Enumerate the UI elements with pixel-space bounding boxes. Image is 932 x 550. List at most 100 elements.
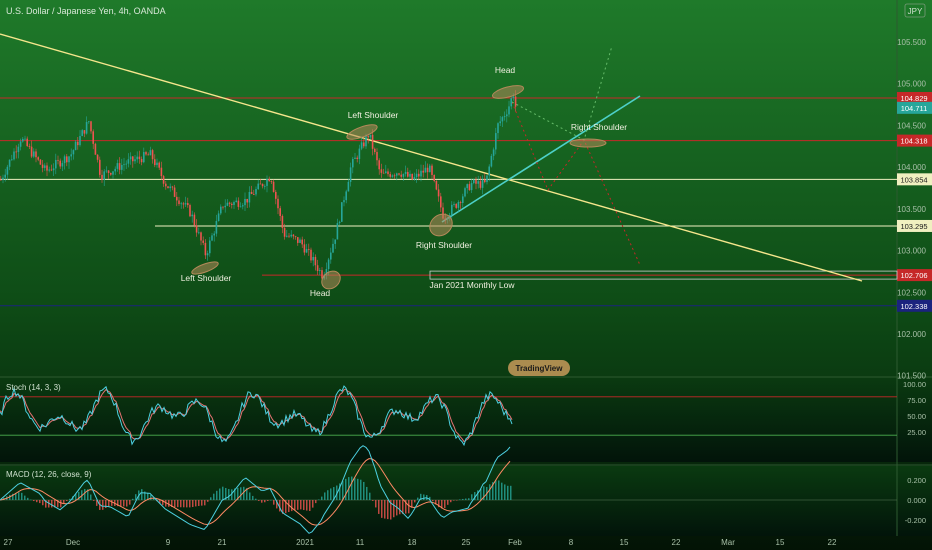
- candle-body: [477, 181, 479, 184]
- chart-svg[interactable]: 104.829 104.318 103.854 103.295 102.706 102.3…: [0, 0, 932, 550]
- macd-histogram-bar: [447, 500, 449, 505]
- candle-body: [393, 175, 396, 177]
- macd-histogram-bar: [60, 500, 62, 508]
- candle-body: [110, 172, 112, 175]
- price-tick-label: 103.000: [897, 247, 926, 256]
- candle-body: [398, 173, 400, 175]
- candle-body: [96, 154, 99, 160]
- candle-body: [303, 244, 306, 253]
- candle-body: [55, 159, 57, 169]
- candle-body: [85, 122, 88, 134]
- candle-body: [94, 143, 97, 155]
- candle-body: [396, 173, 398, 176]
- candle-body: [429, 165, 431, 173]
- chart-root[interactable]: 104.829 104.318 103.854 103.295 102.706 102.3…: [0, 0, 932, 550]
- candle-body: [189, 205, 191, 217]
- macd-histogram-bar: [294, 500, 296, 511]
- candle-body: [211, 235, 213, 241]
- macd-histogram-bar: [408, 500, 410, 514]
- macd-histogram-bar: [345, 478, 347, 500]
- macd-pane: [0, 466, 932, 536]
- candle-body: [308, 249, 310, 250]
- candle-body: [2, 177, 4, 180]
- macd-histogram-bar: [111, 500, 113, 506]
- price-tick-label: 102.500: [897, 288, 926, 297]
- macd-histogram-bar: [240, 487, 242, 500]
- candle-body: [136, 156, 138, 160]
- candle-body: [347, 181, 350, 192]
- stoch-tick-label: 25.00: [907, 428, 926, 437]
- macd-histogram-bar: [456, 500, 458, 501]
- time-tick-label: 22: [672, 538, 681, 547]
- candle-body: [380, 169, 383, 173]
- macd-histogram-bar: [120, 500, 122, 507]
- pattern-annotation-label: Right Shoulder: [571, 122, 627, 132]
- macd-histogram-bar: [258, 500, 260, 501]
- candle-body: [464, 188, 466, 197]
- macd-histogram-bar: [504, 484, 506, 500]
- macd-histogram-bar: [90, 494, 92, 500]
- macd-histogram-bar: [501, 482, 503, 500]
- candle-body: [147, 154, 149, 156]
- candle-body: [61, 163, 64, 167]
- candle-body: [114, 168, 116, 172]
- candle-body: [77, 141, 79, 146]
- candle-body: [171, 186, 174, 188]
- macd-histogram-bar: [423, 494, 425, 500]
- candle-body: [11, 159, 13, 161]
- candle-body: [90, 121, 92, 132]
- macd-histogram-bar: [327, 490, 329, 500]
- candle-body: [83, 130, 86, 134]
- candle-body: [462, 196, 464, 203]
- candle-body: [118, 163, 121, 170]
- candle-body: [151, 150, 154, 160]
- macd-histogram-bar: [30, 499, 32, 501]
- candle-body: [510, 98, 512, 107]
- candle-body: [72, 150, 75, 155]
- candle-body: [294, 236, 297, 238]
- candle-body: [354, 157, 356, 159]
- macd-histogram-bar: [378, 500, 380, 514]
- candle-body: [44, 165, 46, 168]
- candle-body: [418, 173, 420, 177]
- macd-histogram-bar: [507, 485, 509, 500]
- candle-body: [407, 171, 409, 177]
- candle-body: [145, 152, 147, 155]
- macd-histogram-bar: [27, 497, 29, 500]
- candle-body: [411, 173, 413, 180]
- macd-histogram-bar: [315, 500, 317, 504]
- macd-histogram-bar: [195, 500, 197, 507]
- macd-histogram-bar: [360, 479, 362, 500]
- candle-body: [336, 223, 339, 240]
- candle-body: [457, 202, 460, 208]
- candle-body: [215, 220, 218, 234]
- candle-body: [297, 237, 299, 243]
- macd-tick-label: -0.200: [905, 516, 926, 525]
- tradingview-logo: TradingView: [508, 360, 570, 376]
- macd-histogram-bar: [369, 492, 371, 500]
- candle-body: [101, 174, 103, 180]
- macd-histogram-bar: [189, 500, 191, 508]
- time-tick-label: 9: [166, 538, 171, 547]
- candle-body: [204, 242, 207, 256]
- candle-body: [206, 253, 209, 256]
- candle-body: [490, 155, 493, 167]
- candle-body: [235, 200, 237, 202]
- candle-body: [422, 170, 424, 173]
- candle-body: [112, 171, 114, 175]
- candle-body: [198, 232, 200, 234]
- candle-body: [343, 200, 345, 203]
- macd-histogram-bar: [312, 500, 314, 508]
- macd-histogram-bar: [123, 500, 125, 507]
- stoch-title: Stoch (14, 3, 3): [6, 383, 61, 392]
- candle-body: [286, 235, 288, 237]
- candle-body: [217, 213, 220, 221]
- candle-body: [470, 183, 473, 191]
- candle-body: [184, 203, 187, 205]
- candle-body: [165, 183, 167, 187]
- macd-histogram-bar: [66, 500, 68, 502]
- candle-body: [154, 159, 156, 166]
- macd-histogram-bar: [126, 500, 128, 507]
- candle-body: [50, 169, 53, 171]
- macd-histogram-bar: [228, 489, 230, 500]
